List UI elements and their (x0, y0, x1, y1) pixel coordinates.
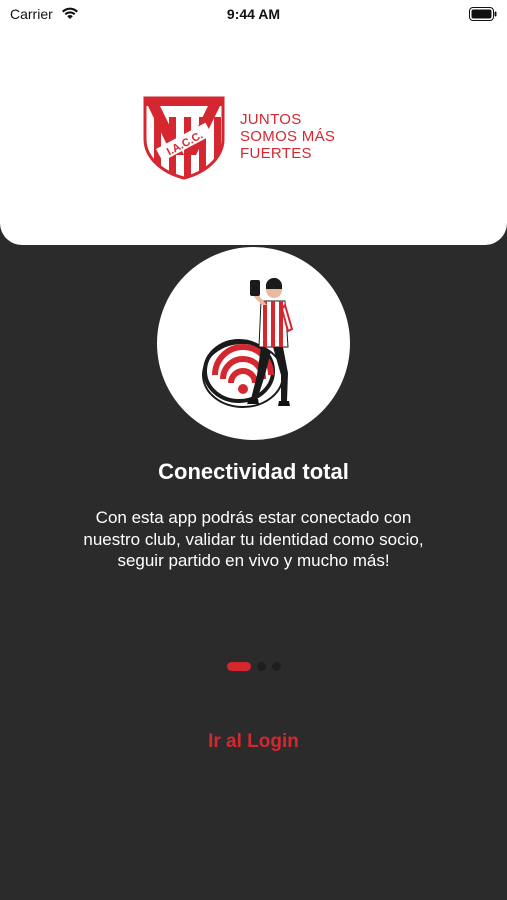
slogan-line: JUNTOS (240, 111, 302, 128)
status-bar: Carrier 9:44 AM (0, 0, 507, 28)
slogan-line: SOMOS MÁS (240, 128, 336, 145)
onboarding-title: Conectividad total (158, 459, 349, 484)
club-emblem-icon: I.A.C.C. (143, 96, 225, 180)
page-indicator (0, 662, 507, 672)
page-dot[interactable] (256, 662, 266, 671)
header-card: I.A.C.C. JUNTOS SOMOS MÁS FUERTES (0, 0, 507, 245)
page-dot-active[interactable] (226, 662, 251, 671)
person-on-wifi-icon (202, 277, 294, 408)
page-dot[interactable] (271, 662, 281, 671)
onboarding-illustration (157, 247, 350, 440)
club-logo: I.A.C.C. JUNTOS SOMOS MÁS FUERTES (142, 95, 368, 180)
onboarding-description: Con esta app podrás estar conectado con … (83, 508, 424, 570)
go-to-login-button[interactable]: Ir al Login (0, 731, 507, 753)
slogan-line: FUERTES (240, 145, 312, 162)
battery-icon (469, 7, 497, 26)
slogan: JUNTOS SOMOS MÁS FUERTES (240, 111, 335, 162)
status-time: 9:44 AM (226, 6, 281, 22)
